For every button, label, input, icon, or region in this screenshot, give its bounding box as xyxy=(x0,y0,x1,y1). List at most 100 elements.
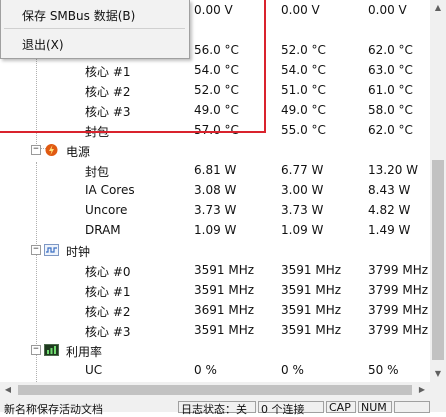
collapse-toggle[interactable]: − xyxy=(31,345,41,355)
value-current: 52.0 °C xyxy=(194,83,239,97)
menu-item-exit[interactable]: 退出(X) xyxy=(1,33,187,53)
file-menu[interactable]: 保存 SMBus 数据(B) 退出(X) xyxy=(0,0,190,59)
value-min: 0 % xyxy=(281,363,304,377)
sensor-label: 封包 xyxy=(85,165,110,179)
value-min: 3591 MHz xyxy=(281,283,342,297)
value-max: 62.0 °C xyxy=(368,123,413,137)
tree-row[interactable]: 核心 #2 3691 MHz 3591 MHz 3799 MHz xyxy=(0,300,430,320)
value-current: 49.0 °C xyxy=(194,103,239,117)
tree-row[interactable]: 核心 #3 49.0 °C 49.0 °C 58.0 °C xyxy=(0,100,430,120)
tree-row[interactable]: Uncore 3.73 W 3.73 W 4.82 W xyxy=(0,200,430,220)
value-max: 1.49 W xyxy=(368,223,411,237)
value-min: 51.0 °C xyxy=(281,83,326,97)
tree-group-clocks[interactable]: − 时钟 xyxy=(0,240,430,260)
value-max: 3799 MHz xyxy=(368,263,429,277)
power-icon xyxy=(45,144,58,156)
status-bar: 新名称保存活动文档 日志状态：关 0 个连接 CAP NUM xyxy=(0,398,446,416)
value-min: 0.00 V xyxy=(281,3,320,17)
value-min: 54.0 °C xyxy=(281,63,326,77)
value-min: 6.77 W xyxy=(281,163,324,177)
value-max: 3799 MHz xyxy=(368,303,429,317)
value-min: 55.0 °C xyxy=(281,123,326,137)
sensor-label: 核心 #3 xyxy=(85,105,131,119)
scroll-down-arrow-icon[interactable]: ▼ xyxy=(430,366,446,382)
value-current: 6.81 W xyxy=(194,163,237,177)
value-min: 3591 MHz xyxy=(281,303,342,317)
scroll-up-arrow-icon[interactable]: ▲ xyxy=(430,0,446,16)
value-max: 3799 MHz xyxy=(368,323,429,337)
menu-separator xyxy=(4,28,185,29)
value-current: 0.00 V xyxy=(194,3,233,17)
value-min: 49.0 °C xyxy=(281,103,326,117)
value-max: 63.0 °C xyxy=(368,63,413,77)
status-connections: 0 个连接 xyxy=(261,403,305,416)
sensor-label: 核心 #1 xyxy=(85,285,131,299)
value-current: 3591 MHz xyxy=(194,263,255,277)
tree-group-power[interactable]: − 电源 xyxy=(0,140,430,160)
tree-row[interactable]: 核心 #1 3591 MHz 3591 MHz 3799 MHz xyxy=(0,280,430,300)
sensor-label: 封包 xyxy=(85,125,110,139)
menu-item-label: 保存 SMBus 数据(B) xyxy=(22,9,136,23)
sensor-label: Uncore xyxy=(85,203,128,217)
status-num: NUM xyxy=(361,401,387,414)
value-max: 62.0 °C xyxy=(368,43,413,57)
tree-row[interactable]: IA Cores 3.08 W 3.00 W 8.43 W xyxy=(0,180,430,200)
sensor-label: 核心 #2 xyxy=(85,305,131,319)
group-label: 电源 xyxy=(66,145,91,159)
value-min: 3.00 W xyxy=(281,183,324,197)
sensor-label: IA Cores xyxy=(85,183,135,197)
horizontal-scroll-thumb[interactable] xyxy=(18,385,412,395)
scroll-right-arrow-icon[interactable]: ▶ xyxy=(414,382,430,398)
collapse-toggle[interactable]: − xyxy=(31,145,41,155)
status-log-state: 日志状态：关 xyxy=(181,403,247,416)
value-min: 3.73 W xyxy=(281,203,324,217)
status-pane-empty xyxy=(394,401,430,413)
sensor-label: 核心 #1 xyxy=(85,65,131,79)
tree-row[interactable]: 核心 #1 54.0 °C 54.0 °C 63.0 °C xyxy=(0,60,430,80)
group-label: 利用率 xyxy=(66,345,103,359)
status-cap: CAP xyxy=(329,401,351,414)
group-label: 时钟 xyxy=(66,245,91,259)
value-min: 52.0 °C xyxy=(281,43,326,57)
sensor-label: 核心 #3 xyxy=(85,325,131,339)
tree-row[interactable]: DRAM 1.09 W 1.09 W 1.49 W xyxy=(0,220,430,240)
value-min: 3591 MHz xyxy=(281,323,342,337)
value-max: 4.82 W xyxy=(368,203,411,217)
value-current: 57.0 °C xyxy=(194,123,239,137)
sensor-label: 核心 #0 xyxy=(85,265,131,279)
chart-icon xyxy=(44,344,59,356)
tree-row[interactable]: 核心 #0 3591 MHz 3591 MHz 3799 MHz xyxy=(0,260,430,280)
sensor-label: UC xyxy=(85,363,103,377)
value-current: 3.73 W xyxy=(194,203,237,217)
value-current: 56.0 °C xyxy=(194,43,239,57)
menu-item-save-smbus[interactable]: 保存 SMBus 数据(B) xyxy=(1,4,187,24)
sensor-label: 核心 #2 xyxy=(85,85,131,99)
menu-item-label: 退出(X) xyxy=(22,38,64,52)
value-max: 61.0 °C xyxy=(368,83,413,97)
value-max: 13.20 W xyxy=(368,163,419,177)
tree-row[interactable]: 封包 6.81 W 6.77 W 13.20 W xyxy=(0,160,430,180)
value-current: 0 % xyxy=(194,363,217,377)
tree-group-utilization[interactable]: − 利用率 xyxy=(0,340,430,360)
tree-row[interactable]: UC 0 % 0 % 50 % xyxy=(0,360,430,380)
value-min: 3591 MHz xyxy=(281,263,342,277)
value-current: 3591 MHz xyxy=(194,283,255,297)
sensor-label: DRAM xyxy=(85,223,121,237)
value-current: 3591 MHz xyxy=(194,323,255,337)
value-max: 58.0 °C xyxy=(368,103,413,117)
status-message: 新名称保存活动文档 xyxy=(4,403,103,416)
scroll-left-arrow-icon[interactable]: ◀ xyxy=(0,382,16,398)
vertical-scroll-thumb[interactable] xyxy=(432,160,444,360)
value-min: 1.09 W xyxy=(281,223,324,237)
scrollbar-corner xyxy=(430,382,446,398)
collapse-toggle[interactable]: − xyxy=(31,245,41,255)
value-max: 8.43 W xyxy=(368,183,411,197)
value-current: 3.08 W xyxy=(194,183,237,197)
value-max: 0.00 V xyxy=(368,3,407,17)
value-max: 3799 MHz xyxy=(368,283,429,297)
tree-row[interactable]: 核心 #2 52.0 °C 51.0 °C 61.0 °C xyxy=(0,80,430,100)
value-max: 50 % xyxy=(368,363,399,377)
value-current: 3691 MHz xyxy=(194,303,255,317)
tree-row[interactable]: 核心 #3 3591 MHz 3591 MHz 3799 MHz xyxy=(0,320,430,340)
tree-row[interactable]: 封包 57.0 °C 55.0 °C 62.0 °C xyxy=(0,120,430,140)
